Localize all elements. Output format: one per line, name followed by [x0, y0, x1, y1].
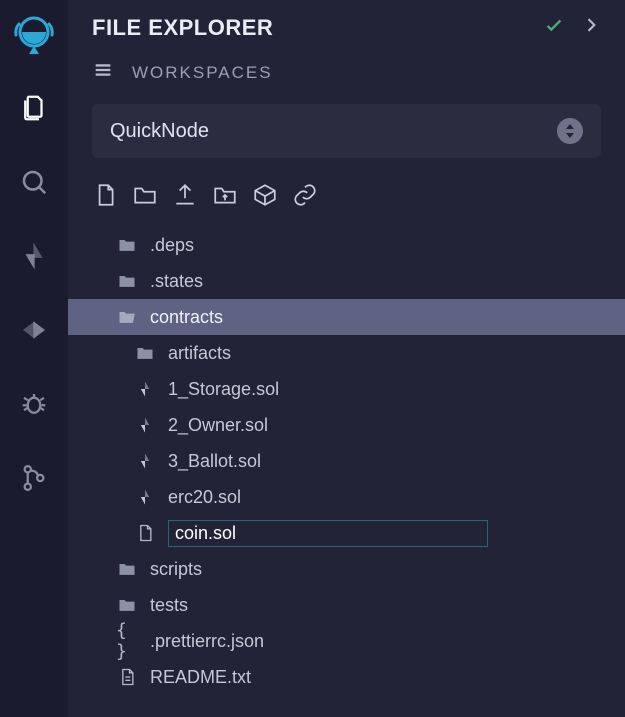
explorer-activity-icon[interactable] [10, 84, 58, 132]
file-readme[interactable]: README.txt [68, 659, 625, 695]
solidity-file-icon [134, 379, 156, 399]
file-explorer-panel: FILE EXPLORER WORKSPACES QuickNode [68, 0, 625, 717]
file-toolbar [68, 172, 625, 227]
upload-folder-icon[interactable] [212, 182, 238, 213]
package-icon[interactable] [252, 182, 278, 213]
file-owner[interactable]: 2_Owner.sol [68, 407, 625, 443]
folder-artifacts[interactable]: artifacts [68, 335, 625, 371]
solidity-file-icon [134, 451, 156, 471]
folder-tests[interactable]: tests [68, 587, 625, 623]
link-icon[interactable] [292, 182, 318, 213]
tree-label: scripts [150, 559, 202, 580]
solidity-file-icon [134, 487, 156, 507]
new-file-icon[interactable] [92, 182, 118, 213]
folder-icon [116, 271, 138, 291]
new-file-name-input[interactable] [168, 520, 488, 547]
app-logo-icon[interactable] [10, 10, 58, 58]
file-erc20[interactable]: erc20.sol [68, 479, 625, 515]
search-activity-icon[interactable] [10, 158, 58, 206]
workspace-selector[interactable]: QuickNode [92, 104, 601, 158]
activity-bar [0, 0, 68, 717]
tree-label: erc20.sol [168, 487, 241, 508]
tree-label: .states [150, 271, 203, 292]
compile-activity-icon[interactable] [10, 232, 58, 280]
workspaces-label: WORKSPACES [132, 63, 273, 83]
folder-icon [116, 559, 138, 579]
tree-label: contracts [150, 307, 223, 328]
new-file-row[interactable] [68, 515, 625, 551]
deploy-activity-icon[interactable] [10, 306, 58, 354]
file-icon [116, 667, 138, 687]
git-activity-icon[interactable] [10, 454, 58, 502]
folder-icon [116, 235, 138, 255]
folder-states[interactable]: .states [68, 263, 625, 299]
tree-label: .deps [150, 235, 194, 256]
folder-scripts[interactable]: scripts [68, 551, 625, 587]
tree-label: 1_Storage.sol [168, 379, 279, 400]
file-prettier[interactable]: { } .prettierrc.json [68, 623, 625, 659]
tree-label: 2_Owner.sol [168, 415, 268, 436]
hamburger-icon[interactable] [92, 59, 114, 86]
tree-label: 3_Ballot.sol [168, 451, 261, 472]
tree-label: README.txt [150, 667, 251, 688]
folder-icon [134, 343, 156, 363]
workspace-name: QuickNode [110, 120, 209, 143]
updown-icon [557, 118, 583, 144]
folder-deps[interactable]: .deps [68, 227, 625, 263]
solidity-file-icon [134, 415, 156, 435]
tree-label: .prettierrc.json [150, 631, 264, 652]
check-icon[interactable] [543, 14, 565, 41]
upload-icon[interactable] [172, 182, 198, 213]
file-icon [134, 523, 156, 543]
chevron-right-icon[interactable] [581, 15, 601, 40]
json-file-icon: { } [116, 620, 138, 662]
file-ballot[interactable]: 3_Ballot.sol [68, 443, 625, 479]
new-folder-icon[interactable] [132, 182, 158, 213]
file-tree: .deps .states contracts artifacts 1_Stor… [68, 227, 625, 695]
tree-label: artifacts [168, 343, 231, 364]
folder-contracts[interactable]: contracts [68, 299, 625, 335]
debug-activity-icon[interactable] [10, 380, 58, 428]
folder-icon [116, 595, 138, 615]
tree-label: tests [150, 595, 188, 616]
folder-open-icon [116, 307, 138, 327]
panel-title: FILE EXPLORER [92, 15, 533, 41]
file-storage[interactable]: 1_Storage.sol [68, 371, 625, 407]
